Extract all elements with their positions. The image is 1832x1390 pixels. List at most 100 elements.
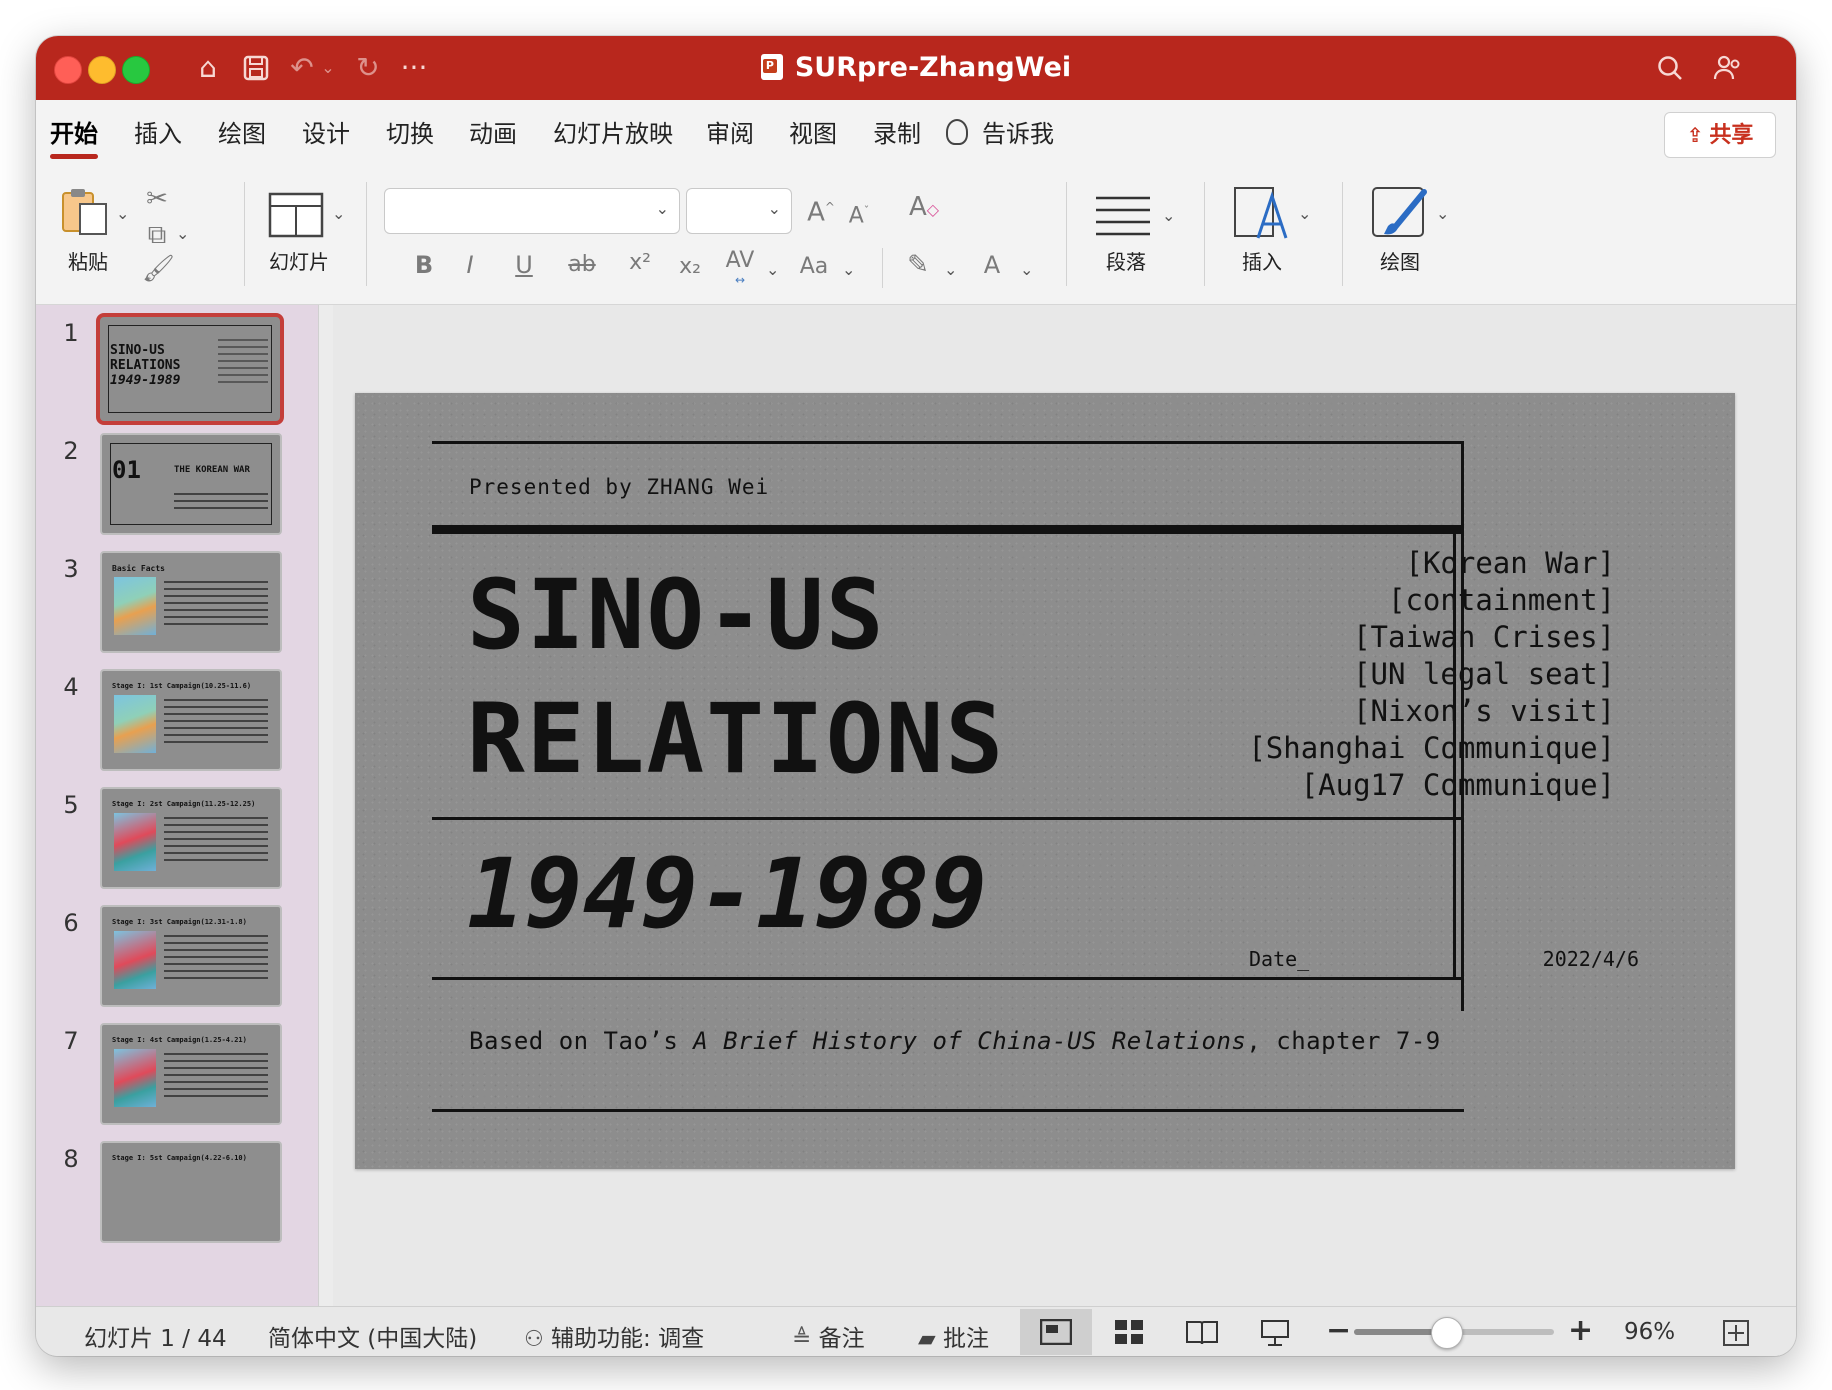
powerpoint-window: ⌂ ↶ ⌄ ↻ ··· P SURpre-ZhangWei 开始 插入 绘图 设计…: [36, 36, 1796, 1356]
slide-thumbnail-2[interactable]: 01 THE KOREAN WAR: [100, 433, 282, 535]
format-painter-icon[interactable]: 🖌: [142, 254, 175, 284]
slide-thumbnail-4[interactable]: Stage I: 1st Campaign(10.25-11.6): [100, 669, 282, 771]
cut-icon[interactable]: ✂: [142, 184, 172, 214]
presenter-text[interactable]: Presented by ZHANG Wei: [469, 475, 769, 499]
language-indicator[interactable]: 简体中文 (中国大陆): [268, 1319, 477, 1353]
comments-button[interactable]: ▰ 批注: [918, 1319, 989, 1353]
draw-label: 绘图: [1380, 250, 1420, 274]
strikethrough-button[interactable]: ab: [564, 250, 600, 280]
copy-dropdown-chevron-icon[interactable]: ⌄: [176, 224, 189, 243]
font-size-dropdown[interactable]: ⌄: [686, 188, 792, 234]
tab-tell-me[interactable]: 告诉我: [946, 114, 1054, 149]
draw-button[interactable]: [1370, 182, 1434, 242]
zoom-out-button[interactable]: −: [1326, 1313, 1351, 1348]
thumbnail-text-lines: [174, 493, 268, 511]
highlighter-icon[interactable]: ✎: [902, 250, 934, 280]
new-slide-dropdown-chevron-icon[interactable]: ⌄: [332, 204, 345, 223]
slide-number: 5: [63, 791, 79, 819]
paragraph-dropdown-chevron-icon[interactable]: ⌄: [1162, 206, 1175, 225]
paragraph-button[interactable]: [1094, 194, 1154, 238]
share-people-icon[interactable]: [1710, 50, 1746, 92]
slide-thumbnail-1[interactable]: SINO-US RELATIONS 1949-1989: [96, 313, 284, 425]
character-spacing-button[interactable]: AV ↔: [720, 246, 760, 286]
tab-view[interactable]: 视图: [789, 114, 837, 149]
grow-font-icon[interactable]: A^: [806, 192, 836, 228]
tab-insert[interactable]: 插入: [134, 114, 182, 149]
thumbnail-title: Stage I: 2st Campaign(11.25-12.25): [112, 800, 256, 808]
source-citation[interactable]: Based on Tao’s A Brief History of China-…: [469, 1027, 1441, 1055]
frame-line: [432, 817, 1464, 820]
highlight-dropdown-chevron-icon[interactable]: ⌄: [944, 260, 957, 279]
insert-button[interactable]: [1232, 182, 1292, 242]
tab-animations[interactable]: 动画: [469, 114, 517, 149]
thumbnail-map-image: [114, 577, 156, 635]
slide-title-line-2: RELATIONS: [467, 683, 1006, 795]
tab-review[interactable]: 审阅: [706, 114, 754, 149]
zoom-slider-knob[interactable]: [1431, 1317, 1463, 1349]
date-label[interactable]: Date_: [1249, 947, 1309, 971]
comments-label: 批注: [943, 1326, 990, 1352]
tab-design[interactable]: 设计: [302, 114, 350, 149]
tag-aug17-communique: [Aug17 Communique]: [1300, 768, 1615, 802]
draw-dropdown-chevron-icon[interactable]: ⌄: [1436, 204, 1449, 223]
panel-splitter[interactable]: [318, 305, 333, 1306]
insert-dropdown-chevron-icon[interactable]: ⌄: [1298, 204, 1311, 223]
change-case-button[interactable]: Aa: [794, 252, 834, 282]
slide-number: 7: [63, 1027, 79, 1055]
font-color-button[interactable]: A: [978, 250, 1006, 280]
date-value[interactable]: 2022/4/6: [1543, 947, 1639, 971]
search-icon[interactable]: [1652, 50, 1688, 91]
spacing-dropdown-chevron-icon[interactable]: ⌄: [766, 260, 779, 279]
slide-thumbnail-6[interactable]: Stage I: 3st Campaign(12.31-1.8): [100, 905, 282, 1007]
slide-thumbnail-3[interactable]: Basic Facts: [100, 551, 282, 653]
grid-view-icon: [1115, 1320, 1143, 1344]
keyword-tags[interactable]: [Korean War] [containment] [Taiwan Crise…: [1248, 545, 1615, 804]
slide-sorter-button[interactable]: [1114, 1319, 1144, 1349]
current-slide[interactable]: Presented by ZHANG Wei SINO-US RELATIONS…: [355, 393, 1735, 1169]
slide-years[interactable]: 1949-1989: [467, 839, 987, 949]
zoom-slider[interactable]: [1354, 1317, 1554, 1349]
slide-thumbnail-5[interactable]: Stage I: 2st Campaign(11.25-12.25): [100, 787, 282, 889]
font-name-dropdown[interactable]: ⌄: [384, 188, 680, 234]
accessibility-button[interactable]: ⚇ 辅助功能: 调查: [524, 1319, 704, 1353]
slide-number: 1: [63, 319, 79, 347]
title-bar: ⌂ ↶ ⌄ ↻ ··· P SURpre-ZhangWei: [36, 36, 1796, 100]
slide-thumbnail-8[interactable]: Stage I: 5st Campaign(4.22-6.10): [100, 1141, 282, 1243]
superscript-button[interactable]: x²: [622, 248, 658, 278]
fit-to-window-button[interactable]: [1722, 1319, 1750, 1351]
slideshow-button[interactable]: [1260, 1319, 1290, 1351]
document-title: SURpre-ZhangWei: [794, 52, 1072, 83]
slide-title[interactable]: SINO-US RELATIONS: [467, 553, 1005, 801]
italic-button[interactable]: I: [456, 250, 484, 280]
new-slide-button[interactable]: [268, 192, 324, 242]
paste-dropdown-chevron-icon[interactable]: ⌄: [116, 204, 129, 223]
tab-home[interactable]: 开始: [50, 114, 98, 159]
zoom-percentage[interactable]: 96%: [1624, 1319, 1675, 1345]
ribbon-home: ⌄ 粘贴 ✂ ⧉ ⌄ 🖌 ⌄ 幻灯片 ⌄ ⌄ A^ Aˇ A◇ B I U ab…: [36, 164, 1796, 305]
share-button[interactable]: ⇪ 共享: [1664, 112, 1776, 158]
bold-button[interactable]: B: [410, 250, 438, 280]
clear-formatting-icon[interactable]: A◇: [906, 192, 942, 225]
slide-thumbnail-7[interactable]: Stage I: 4st Campaign(1.25-4.21): [100, 1023, 282, 1125]
copy-icon[interactable]: ⧉: [142, 220, 172, 250]
citation-book-title: A Brief History of China-US Relations: [693, 1027, 1247, 1055]
thumbnail-title: Stage I: 4st Campaign(1.25-4.21): [112, 1036, 247, 1044]
zoom-in-button[interactable]: +: [1568, 1313, 1593, 1348]
font-color-dropdown-chevron-icon[interactable]: ⌄: [1020, 260, 1033, 279]
slide-thumbnails-panel[interactable]: 1 SINO-US RELATIONS 1949-1989 2 01 THE K…: [36, 305, 318, 1306]
paste-button[interactable]: [60, 186, 116, 236]
shrink-font-icon[interactable]: Aˇ: [844, 196, 874, 231]
tab-transitions[interactable]: 切换: [386, 114, 434, 149]
normal-view-button[interactable]: [1020, 1309, 1092, 1355]
underline-button[interactable]: U: [510, 250, 538, 280]
window-title: P SURpre-ZhangWei: [36, 36, 1796, 100]
tab-record[interactable]: 录制: [873, 114, 921, 149]
notes-button[interactable]: ≜ 备注: [792, 1319, 865, 1353]
tab-draw[interactable]: 绘图: [218, 114, 266, 149]
subscript-button[interactable]: x₂: [672, 252, 708, 282]
slide-editing-area[interactable]: Presented by ZHANG Wei SINO-US RELATIONS…: [333, 305, 1796, 1306]
reading-view-button[interactable]: [1186, 1319, 1218, 1349]
tab-slideshow[interactable]: 幻灯片放映: [553, 114, 673, 149]
case-dropdown-chevron-icon[interactable]: ⌄: [842, 260, 855, 279]
thumbnail-number: 01: [112, 456, 141, 484]
